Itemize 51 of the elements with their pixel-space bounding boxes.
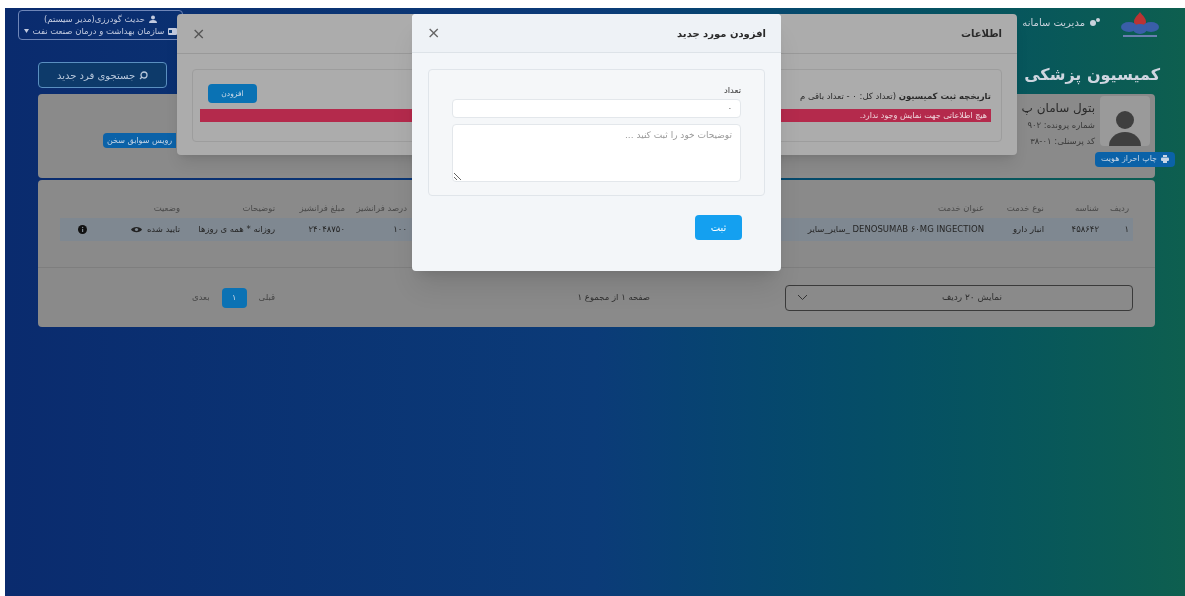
column-header: شناسه xyxy=(1075,202,1099,213)
column-header: درصد فرانشیز xyxy=(356,202,407,213)
eye-icon[interactable] xyxy=(130,226,142,233)
alert-message: هیچ اطلاعاتی جهت نمایش وجود ندارد. xyxy=(859,109,987,122)
printer-icon xyxy=(1161,155,1170,163)
table-cell: ۱۰۰ xyxy=(393,223,407,236)
column-header: وضعیت xyxy=(153,202,180,213)
id-card-icon xyxy=(168,27,178,35)
table-cell: روزانه * همه ی روزها xyxy=(198,223,275,236)
table-cell: ۱ xyxy=(1124,223,1129,236)
person-name: بتول سامان پ xyxy=(1020,100,1095,116)
column-header: مبلغ فرانشیز xyxy=(299,202,345,213)
menu-item[interactable]: مدیریت سامانه xyxy=(1022,14,1085,30)
column-header: عنوان خدمت xyxy=(938,202,984,213)
page-link[interactable]: قبلی xyxy=(254,291,280,304)
user-name: حدیث گودرزی(مدیر سیستم) xyxy=(43,13,146,25)
table-cell: انبار دارو xyxy=(1012,223,1044,236)
dialog-title: اطلاعات xyxy=(960,27,1002,41)
file-number: شماره پرونده: ۹۰۲ xyxy=(1026,119,1095,132)
dialog-title: افزودن مورد جدید xyxy=(677,26,766,41)
count-field[interactable]: ۰ xyxy=(452,98,741,118)
history-button[interactable]: رویس سوابق سخن xyxy=(103,133,177,148)
column-header: ردیف xyxy=(1109,202,1129,213)
info-icon[interactable] xyxy=(77,225,87,234)
page-link[interactable]: بعدی xyxy=(188,291,214,304)
close-button[interactable]: × xyxy=(192,25,206,42)
page-button[interactable]: ۱ xyxy=(221,287,247,308)
print-button[interactable]: چاپ احراز هویت xyxy=(1095,151,1175,167)
table-cell: ۲۴۰۴۸۷۵۰ xyxy=(308,223,345,236)
table-cell: ۴۵۸۶۴۲ xyxy=(1071,223,1099,236)
submit-button[interactable]: ثبت xyxy=(695,215,742,240)
column-header: توضیحات xyxy=(242,202,275,213)
field-label: تعداد xyxy=(722,84,741,97)
table-cell: تایید شده xyxy=(146,223,180,236)
history-summary: تاریخچه ثبت کمیسیون (تعداد کل: ۰ - تعداد باقی م xyxy=(799,90,991,103)
search-button[interactable]: جستجوی فرد جدید xyxy=(38,62,167,88)
page-info: صفحه ۱ از مجموع ۱ xyxy=(577,291,650,304)
user-icon xyxy=(149,15,158,23)
avatar-icon xyxy=(1100,96,1150,146)
chevron-down-icon xyxy=(798,295,807,300)
organization-name: سازمان بهداشت و درمان صنعت نفت xyxy=(32,25,165,37)
table-cell: DENOSUMAB ۶۰MG INGECTION _سایر_سایر xyxy=(807,223,984,236)
gears-icon xyxy=(1089,17,1101,27)
personnel-code: کد پرسنلی: ۰۱-۳۸ xyxy=(1029,134,1095,148)
page-title: کمیسیون پزشکی xyxy=(1024,64,1160,87)
notes-field[interactable]: توضیحات خود را ثبت کنید ... xyxy=(452,123,741,182)
search-icon xyxy=(139,70,149,80)
page-size-select[interactable]: نمایش ۲۰ ردیف xyxy=(785,284,1133,311)
column-header: نوع خدمت xyxy=(1006,202,1044,213)
caret-icon xyxy=(23,29,29,33)
close-button[interactable]: × xyxy=(427,25,441,41)
